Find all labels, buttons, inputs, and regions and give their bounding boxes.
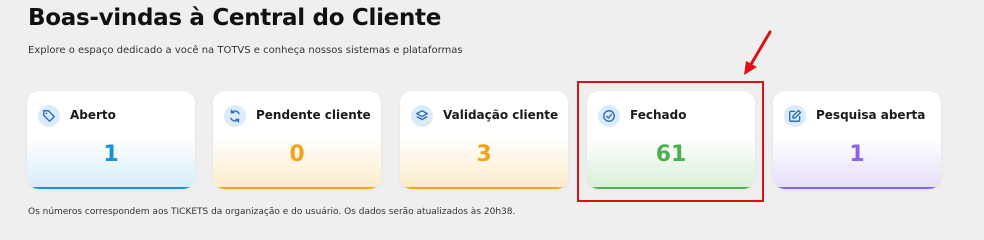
status-card-fechado[interactable]: Fechado 61	[587, 91, 755, 189]
edit-icon	[784, 105, 806, 127]
card-accent-bar	[587, 187, 755, 189]
card-label: Validação cliente	[443, 108, 559, 122]
card-accent-bar	[400, 187, 568, 189]
tag-icon	[38, 105, 60, 127]
card-label: Aberto	[70, 108, 116, 122]
status-card-pendente-cliente[interactable]: Pendente cliente 0	[213, 91, 381, 189]
status-card-aberto[interactable]: Aberto 1	[27, 91, 195, 189]
page-title: Boas-vindas à Central do Cliente	[28, 5, 442, 31]
card-count: 1	[849, 142, 865, 167]
status-card-pesquisa-aberta[interactable]: Pesquisa aberta 1	[773, 91, 941, 189]
card-count: 1	[103, 142, 119, 167]
card-label: Pendente cliente	[256, 108, 371, 122]
card-count: 61	[655, 142, 687, 167]
update-footnote: Os números correspondem aos TICKETS da o…	[28, 207, 516, 217]
annotation-arrow-icon	[744, 30, 772, 75]
card-label: Pesquisa aberta	[816, 108, 926, 122]
card-accent-bar	[213, 187, 381, 189]
status-card-validacao-cliente[interactable]: Validação cliente 3	[400, 91, 568, 189]
check-circle-icon	[598, 105, 620, 127]
card-count: 0	[289, 142, 305, 167]
card-count: 3	[476, 142, 492, 167]
customer-central-page: Boas-vindas à Central do Cliente Explore…	[0, 0, 984, 230]
card-accent-bar	[773, 187, 941, 189]
page-subtitle: Explore o espaço dedicado a você na TOTV…	[28, 45, 463, 56]
card-label: Fechado	[630, 108, 687, 122]
refresh-icon	[224, 105, 246, 127]
layers-icon	[411, 105, 433, 127]
card-accent-bar	[27, 187, 195, 189]
